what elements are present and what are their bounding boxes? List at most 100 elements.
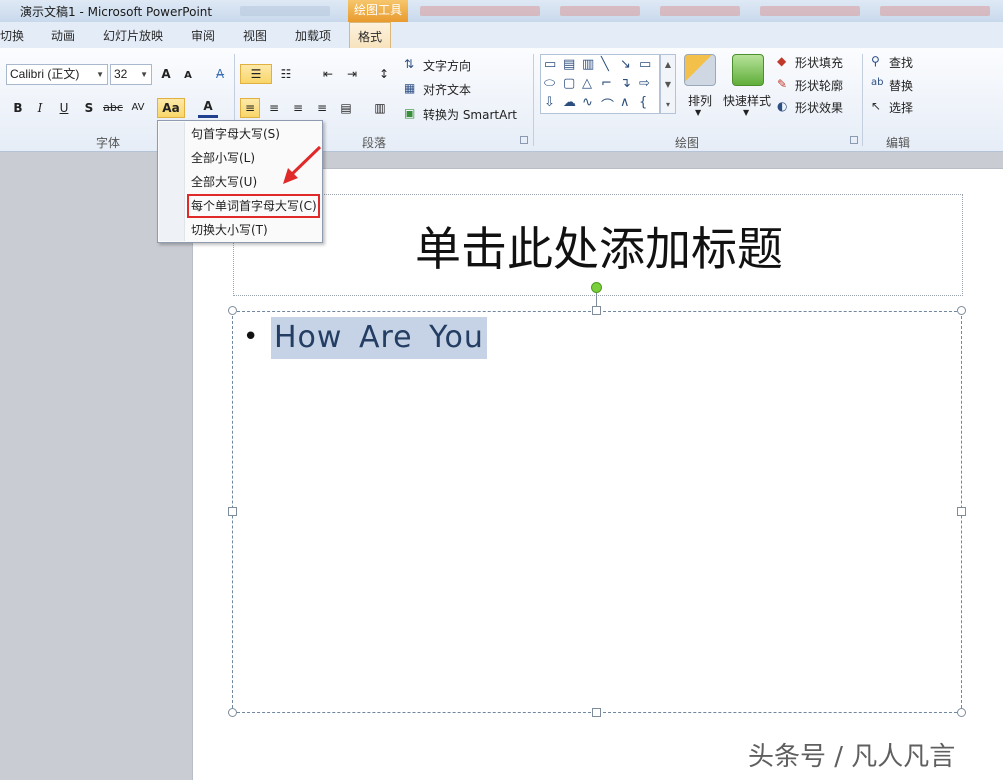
editing-group-label: 编辑: [886, 136, 911, 150]
menu-item-capitalize-each-word[interactable]: 每个单词首字母大写(C): [187, 194, 320, 218]
bullet-point: •: [243, 322, 259, 352]
shape-outline-button[interactable]: 形状轮廓: [795, 77, 843, 94]
menu-item-sentence-case[interactable]: 句首字母大写(S): [159, 122, 321, 146]
tab-format[interactable]: 格式: [349, 22, 392, 48]
underline-button[interactable]: U: [54, 98, 74, 118]
arrange-button[interactable]: 排列: [688, 92, 712, 109]
distributed-button[interactable]: ▤: [336, 98, 356, 118]
resize-handle[interactable]: [592, 708, 601, 717]
binoculars-icon: ⚲: [871, 54, 880, 68]
font-name-combo[interactable]: Calibri (正文) ▼: [6, 64, 108, 85]
blurred-tab: [880, 6, 990, 16]
tab-addins[interactable]: 加载项: [295, 27, 331, 44]
shape-effects-button[interactable]: 形状效果: [795, 99, 843, 116]
numbering-button[interactable]: ☷: [276, 64, 296, 84]
elbow-connector-shape-icon[interactable]: ⌐: [601, 76, 612, 91]
align-text-button[interactable]: 对齐文本: [423, 81, 471, 98]
triangle-shape-icon[interactable]: △: [582, 76, 592, 91]
blurred-tab: [240, 6, 330, 16]
shape-fill-button[interactable]: 形状填充: [795, 54, 843, 71]
textbox-shape-icon[interactable]: ▤: [563, 57, 575, 72]
title-bar: 演示文稿1 - Microsoft PowerPoint 绘图工具: [0, 0, 1003, 22]
select-button[interactable]: 选择: [889, 99, 913, 116]
change-case-button[interactable]: Aa: [157, 98, 185, 118]
align-right-button[interactable]: ≡: [288, 98, 308, 118]
resize-handle[interactable]: [228, 507, 237, 516]
align-text-icon: ▦: [404, 81, 416, 95]
freeform-shape-icon[interactable]: ∧: [620, 95, 630, 110]
curve-shape-icon[interactable]: ∿: [582, 95, 593, 110]
content-placeholder[interactable]: [232, 311, 962, 713]
drawing-tools-context-label: 绘图工具: [348, 0, 408, 22]
font-size-combo[interactable]: 32 ▼: [110, 64, 152, 85]
clear-format-icon[interactable]: A̶: [210, 64, 230, 84]
selected-body-text[interactable]: How Are You: [271, 317, 487, 359]
increase-indent-icon[interactable]: ⇥: [342, 64, 362, 84]
chevron-down-icon[interactable]: ▼: [695, 108, 701, 117]
columns-button[interactable]: ▥: [370, 98, 390, 118]
resize-handle[interactable]: [957, 708, 966, 717]
decrease-indent-icon[interactable]: ⇤: [318, 64, 338, 84]
line-shape-icon[interactable]: ╲: [601, 57, 609, 72]
chevron-down-icon[interactable]: ▼: [661, 75, 675, 95]
arrow-line-shape-icon[interactable]: ↘: [620, 57, 631, 72]
align-left-button[interactable]: ≡: [240, 98, 260, 118]
rectangle-shape-icon[interactable]: ▭: [639, 57, 651, 72]
convert-smartart-button[interactable]: 转换为 SmartArt: [423, 106, 517, 123]
italic-button[interactable]: I: [30, 98, 50, 118]
strikethrough-button[interactable]: abc: [103, 98, 123, 118]
vertical-textbox-shape-icon[interactable]: ▥: [582, 57, 594, 72]
resize-handle[interactable]: [228, 306, 237, 315]
flowchart-shape-icon[interactable]: ☁: [563, 95, 576, 110]
tab-slideshow[interactable]: 幻灯片放映: [103, 27, 163, 44]
tab-review[interactable]: 审阅: [191, 27, 215, 44]
gallery-scroll[interactable]: ▲ ▼ ▾: [660, 54, 676, 114]
text-direction-button[interactable]: 文字方向: [423, 57, 471, 74]
quick-styles-button[interactable]: 快速样式: [723, 92, 771, 109]
paint-bucket-icon: ◆: [777, 54, 787, 68]
align-center-button[interactable]: ≡: [264, 98, 284, 118]
right-arrow-shape-icon[interactable]: ⇨: [639, 76, 650, 91]
ribbon-tabs: 切换 动画 幻灯片放映 审阅 视图 加载项 格式: [0, 22, 1003, 48]
paragraph-dialog-launcher-icon[interactable]: [520, 136, 528, 144]
resize-handle[interactable]: [957, 306, 966, 315]
line-spacing-icon[interactable]: ↕: [374, 64, 394, 84]
resize-handle[interactable]: [592, 306, 601, 315]
font-color-button[interactable]: A: [198, 98, 218, 118]
title-placeholder[interactable]: 单击此处添加标题: [233, 194, 963, 296]
rounded-rect-shape-icon[interactable]: ▢: [563, 76, 575, 91]
find-button[interactable]: 查找: [889, 54, 913, 71]
drawing-dialog-launcher-icon[interactable]: [850, 136, 858, 144]
chevron-down-icon[interactable]: ▼: [743, 108, 749, 117]
resize-handle[interactable]: [957, 507, 966, 516]
arc-shape-icon[interactable]: ⌒: [601, 95, 614, 114]
arrange-icon[interactable]: [684, 54, 716, 86]
text-shadow-button[interactable]: S: [79, 98, 99, 118]
rotation-handle[interactable]: [591, 282, 602, 293]
shrink-font-button[interactable]: A: [178, 66, 198, 86]
quick-styles-icon[interactable]: [732, 54, 764, 86]
justify-button[interactable]: ≡: [312, 98, 332, 118]
tab-view[interactable]: 视图: [243, 27, 267, 44]
shapes-gallery[interactable]: ▭ ▤ ▥ ╲ ↘ ▭ ⬭ ▢ △ ⌐ ↴ ⇨ ⇩ ☁ ∿ ⌒ ∧ {: [540, 54, 660, 114]
grow-font-button[interactable]: A: [156, 64, 176, 84]
chevron-up-icon[interactable]: ▲: [661, 55, 675, 75]
oval-shape-icon[interactable]: ⬭: [544, 76, 555, 91]
down-arrow-shape-icon[interactable]: ⇩: [544, 95, 555, 110]
callout-shape-icon[interactable]: ▭: [544, 57, 556, 72]
bullets-button[interactable]: ☰: [240, 64, 272, 84]
char-spacing-button[interactable]: AV: [128, 98, 148, 118]
tab-transitions[interactable]: 切换: [0, 27, 24, 44]
replace-button[interactable]: 替换: [889, 77, 913, 94]
bold-button[interactable]: B: [8, 98, 28, 118]
resize-handle[interactable]: [228, 708, 237, 717]
brace-shape-icon[interactable]: {: [639, 95, 647, 110]
smartart-icon: ▣: [404, 106, 416, 120]
chevron-down-icon[interactable]: ▼: [96, 65, 104, 84]
elbow-arrow-shape-icon[interactable]: ↴: [620, 76, 631, 91]
more-icon[interactable]: ▾: [661, 95, 675, 115]
blurred-tab: [560, 6, 640, 16]
chevron-down-icon[interactable]: ▼: [140, 65, 148, 84]
menu-item-toggle-case[interactable]: 切换大小写(T): [159, 218, 321, 242]
tab-animations[interactable]: 动画: [51, 27, 75, 44]
